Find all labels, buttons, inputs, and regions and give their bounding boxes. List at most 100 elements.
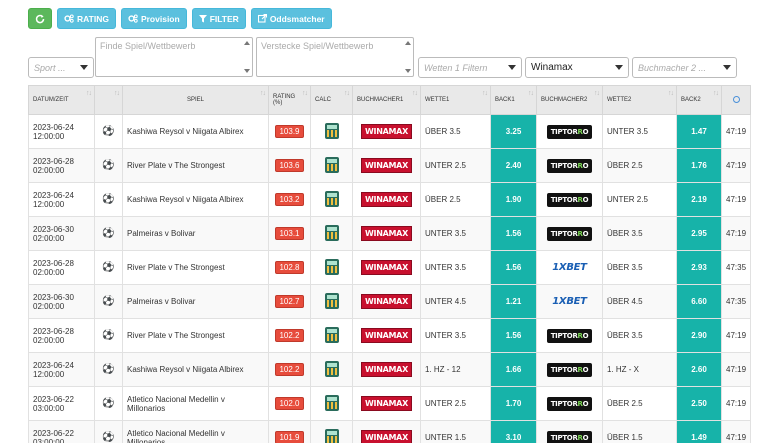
winamax-logo[interactable]: WINAMAX	[361, 192, 412, 207]
cell-back1[interactable]: 1.21	[490, 284, 537, 319]
calculator-icon[interactable]	[324, 122, 339, 139]
cell-back2[interactable]: 2.50	[676, 386, 722, 421]
tiptorro-logo[interactable]: TIPTORRO	[546, 430, 593, 443]
cell-back1[interactable]: 3.25	[490, 114, 537, 149]
1xbet-logo[interactable]: 1XBET	[552, 262, 587, 273]
cell-back1[interactable]: 1.70	[490, 386, 537, 421]
bookmaker1-select[interactable]: Winamax	[525, 57, 629, 78]
tiptorro-logo[interactable]: TIPTORRO	[546, 362, 593, 377]
cell-back2[interactable]: 6.60	[676, 284, 722, 319]
winamax-logo[interactable]: WINAMAX	[361, 328, 412, 343]
cell-back2[interactable]: 2.93	[676, 250, 722, 285]
col-header-spiel[interactable]: SPIEL ↑↓	[122, 85, 269, 115]
cell-back2[interactable]: 2.95	[676, 216, 722, 251]
cell-match[interactable]: Kashiwa Reysol v Niigata Albirex	[122, 182, 269, 217]
col-header-back2[interactable]: BACK2 ↑↓	[676, 85, 722, 115]
table-row[interactable]: 2023-06-30 02:00:00 ⚽ Palmeiras v Bolivar 10…	[28, 216, 751, 251]
cell-calc[interactable]	[310, 284, 353, 319]
cell-match[interactable]: Kashiwa Reysol v Niigata Albirex	[122, 352, 269, 387]
calculator-icon[interactable]	[324, 326, 339, 343]
table-row[interactable]: 2023-06-28 02:00:00 ⚽ River Plate v The Str…	[28, 318, 751, 353]
hide-match-input[interactable]: Verstecke Spiel/Wettbewerb	[256, 37, 414, 77]
cell-back1[interactable]: 1.90	[490, 182, 537, 217]
oddsmatcher-button[interactable]: Oddsmatcher	[250, 8, 332, 29]
col-header-sport[interactable]: ↑↓	[94, 85, 123, 115]
provision-button[interactable]: Provision	[120, 8, 187, 29]
cell-back1[interactable]: 1.66	[490, 352, 537, 387]
cell-match[interactable]: Palmeiras v Bolivar	[122, 284, 269, 319]
col-header-datum[interactable]: DATUM/ZEIT ↑↓	[28, 85, 95, 115]
table-row[interactable]: 2023-06-30 02:00:00 ⚽ Palmeiras v Bolivar 10…	[28, 284, 751, 319]
cell-back2[interactable]: 2.19	[676, 182, 722, 217]
calculator-icon[interactable]	[324, 224, 339, 241]
table-row[interactable]: 2023-06-28 02:00:00 ⚽ River Plate v The Str…	[28, 250, 751, 285]
cell-back2[interactable]: 2.60	[676, 352, 722, 387]
calculator-icon[interactable]	[324, 292, 339, 309]
calculator-icon[interactable]	[324, 428, 339, 443]
cell-calc[interactable]	[310, 352, 353, 387]
table-row[interactable]: 2023-06-24 12:00:00 ⚽ Kashiwa Reysol v Niig…	[28, 114, 751, 149]
calculator-icon[interactable]	[324, 258, 339, 275]
textarea-scrollbar[interactable]	[243, 39, 251, 75]
cell-match[interactable]: River Plate v The Strongest	[122, 318, 269, 353]
table-row[interactable]: 2023-06-22 03:00:00 ⚽ Atletico Nacional Med…	[28, 420, 751, 443]
cell-match[interactable]: Kashiwa Reysol v Niigata Albirex	[122, 114, 269, 149]
table-row[interactable]: 2023-06-22 03:00:00 ⚽ Atletico Nacional Med…	[28, 386, 751, 421]
winamax-logo[interactable]: WINAMAX	[361, 226, 412, 241]
col-header-bm2[interactable]: BUCHMACHER2 ↑↓	[536, 85, 603, 115]
table-row[interactable]: 2023-06-24 12:00:00 ⚽ Kashiwa Reysol v Niig…	[28, 352, 751, 387]
winamax-logo[interactable]: WINAMAX	[361, 260, 412, 275]
cell-calc[interactable]	[310, 250, 353, 285]
tiptorro-logo[interactable]: TIPTORRO	[546, 226, 593, 241]
tiptorro-logo[interactable]: TIPTORRO	[546, 192, 593, 207]
col-header-rating[interactable]: RATING (%) ↑↓	[268, 85, 311, 115]
cell-calc[interactable]	[310, 318, 353, 353]
col-header-back1[interactable]: BACK1 ↑↓	[490, 85, 537, 115]
textarea-scrollbar[interactable]	[404, 39, 412, 75]
cell-calc[interactable]	[310, 182, 353, 217]
col-header-bm1[interactable]: BUCHMACHER1 ↑↓	[352, 85, 421, 115]
cell-calc[interactable]	[310, 148, 353, 183]
cell-match[interactable]: Atletico Nacional Medellin v Millonarios	[122, 420, 269, 443]
refresh-button[interactable]	[28, 8, 52, 29]
winamax-logo[interactable]: WINAMAX	[361, 362, 412, 377]
cell-match[interactable]: River Plate v The Strongest	[122, 148, 269, 183]
table-row[interactable]: 2023-06-28 02:00:00 ⚽ River Plate v The Str…	[28, 148, 751, 183]
cell-back1[interactable]: 1.56	[490, 250, 537, 285]
bookmaker2-select[interactable]: Buchmacher 2 ...	[632, 57, 737, 78]
tiptorro-logo[interactable]: TIPTORRO	[546, 396, 593, 411]
calculator-icon[interactable]	[324, 156, 339, 173]
find-match-input[interactable]: Finde Spiel/Wettbewerb	[95, 37, 253, 77]
calculator-icon[interactable]	[324, 360, 339, 377]
winamax-logo[interactable]: WINAMAX	[361, 396, 412, 411]
calculator-icon[interactable]	[324, 394, 339, 411]
filter-button[interactable]: FILTER	[191, 8, 246, 29]
cell-calc[interactable]	[310, 216, 353, 251]
cell-back1[interactable]: 1.56	[490, 318, 537, 353]
bet-filter-select[interactable]: Wetten 1 Filtern	[418, 57, 522, 78]
cell-calc[interactable]	[310, 420, 353, 443]
cell-calc[interactable]	[310, 386, 353, 421]
cell-back1[interactable]: 2.40	[490, 148, 537, 183]
rating-button[interactable]: RATING	[57, 8, 116, 29]
cell-back2[interactable]: 1.47	[676, 114, 722, 149]
col-header-wette2[interactable]: WETTE2 ↑↓	[602, 85, 677, 115]
col-header-calc[interactable]: CALC ↑↓	[310, 85, 353, 115]
cell-match[interactable]: Palmeiras v Bolivar	[122, 216, 269, 251]
calculator-icon[interactable]	[324, 190, 339, 207]
cell-match[interactable]: River Plate v The Strongest	[122, 250, 269, 285]
cell-back1[interactable]: 3.10	[490, 420, 537, 443]
tiptorro-logo[interactable]: TIPTORRO	[546, 158, 593, 173]
cell-back2[interactable]: 2.90	[676, 318, 722, 353]
winamax-logo[interactable]: WINAMAX	[361, 294, 412, 309]
cell-back2[interactable]: 1.76	[676, 148, 722, 183]
winamax-logo[interactable]: WINAMAX	[361, 430, 412, 443]
col-header-wette1[interactable]: WETTE1 ↑↓	[420, 85, 491, 115]
winamax-logo[interactable]: WINAMAX	[361, 124, 412, 139]
table-row[interactable]: 2023-06-24 12:00:00 ⚽ Kashiwa Reysol v Niig…	[28, 182, 751, 217]
col-header-age[interactable]	[721, 85, 751, 115]
1xbet-logo[interactable]: 1XBET	[552, 296, 587, 307]
cell-back2[interactable]: 1.49	[676, 420, 722, 443]
sport-select[interactable]: Sport ...	[28, 57, 94, 78]
winamax-logo[interactable]: WINAMAX	[361, 158, 412, 173]
